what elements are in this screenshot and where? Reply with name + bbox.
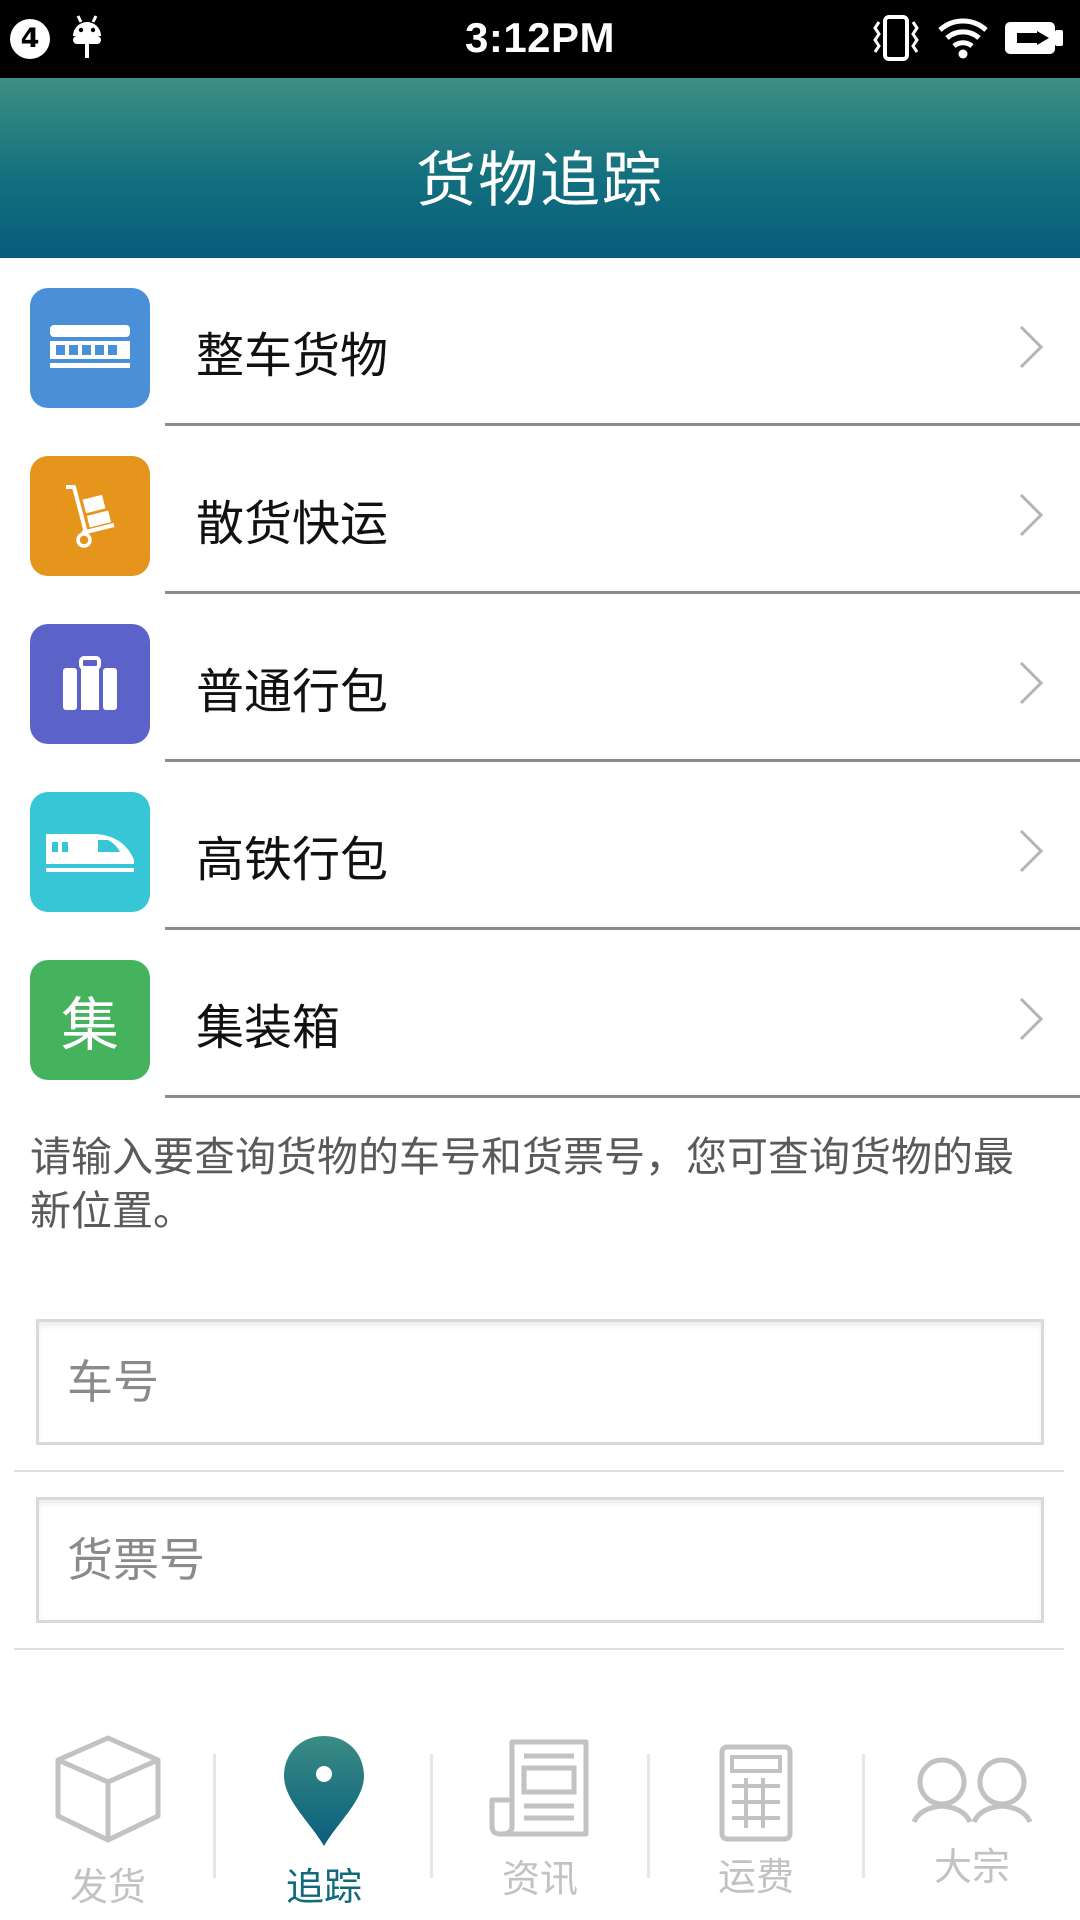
- box-icon: [0, 1734, 216, 1846]
- divider: [165, 1095, 1080, 1098]
- tab-label: 发货: [69, 1865, 146, 1909]
- chevron-right-icon: [1018, 660, 1044, 710]
- menu-item-ordinary-luggage[interactable]: 普通行包: [0, 594, 1080, 762]
- tab-label: 运费: [717, 1855, 794, 1899]
- menu-item-container[interactable]: 集 集装箱: [0, 930, 1080, 1098]
- train-car-icon: [30, 288, 150, 408]
- divider: [14, 1648, 1064, 1650]
- luggage-icon: [30, 624, 150, 744]
- calculator-icon: [648, 1744, 864, 1842]
- tab-freight[interactable]: 运费: [648, 1720, 864, 1920]
- tab-tracking[interactable]: 追踪: [216, 1720, 432, 1920]
- tab-ship[interactable]: 发货: [0, 1720, 216, 1920]
- waybill-number-input[interactable]: [39, 1500, 1041, 1620]
- car-number-field[interactable]: [36, 1319, 1044, 1445]
- menu-item-label: 整车货物: [196, 328, 389, 384]
- container-icon-text: 集: [60, 991, 119, 1059]
- waybill-number-field[interactable]: [36, 1497, 1044, 1623]
- tab-label: 资讯: [501, 1857, 578, 1901]
- vibrate-icon: [870, 14, 922, 66]
- tab-bulk[interactable]: 大宗: [864, 1720, 1080, 1920]
- menu-item-label: 散货快运: [196, 496, 389, 552]
- wifi-icon: [938, 16, 988, 64]
- app-bar: 货物追踪: [0, 78, 1080, 258]
- newspaper-icon: [432, 1738, 648, 1842]
- menu-item-label: 集装箱: [196, 1000, 341, 1056]
- chevron-right-icon: [1018, 996, 1044, 1046]
- tab-news[interactable]: 资讯: [432, 1720, 648, 1920]
- page-title: 货物追踪: [416, 146, 664, 216]
- battery-charging-icon: [1003, 20, 1065, 60]
- chevron-right-icon: [1018, 324, 1044, 374]
- divider: [14, 1470, 1064, 1472]
- query-hint-text: 请输入要查询货物的车号和货票号，您可查询货物的最新位置。: [30, 1133, 1014, 1235]
- menu-item-high-speed-luggage[interactable]: 高铁行包: [0, 762, 1080, 930]
- bottom-tab-bar: 发货 追踪 资讯 运费 大宗: [0, 1720, 1080, 1920]
- tab-label: 大宗: [933, 1845, 1010, 1889]
- chevron-right-icon: [1018, 492, 1044, 542]
- menu-item-bulk-express[interactable]: 散货快运: [0, 426, 1080, 594]
- menu-item-whole-car[interactable]: 整车货物: [0, 258, 1080, 426]
- hand-truck-icon: [30, 456, 150, 576]
- location-pin-icon: [216, 1734, 432, 1848]
- chevron-right-icon: [1018, 828, 1044, 878]
- menu-item-label: 普通行包: [196, 664, 389, 720]
- car-number-input[interactable]: [39, 1322, 1041, 1442]
- cargo-type-list: 整车货物 散货快运 普通行包 高铁行包 集 集装箱: [0, 258, 1080, 1098]
- menu-item-label: 高铁行包: [196, 832, 389, 888]
- high-speed-train-icon: [30, 792, 150, 912]
- tab-label: 追踪: [285, 1865, 362, 1909]
- users-icon: [864, 1756, 1080, 1828]
- container-icon: 集: [30, 960, 150, 1080]
- status-bar: 4 3:12PM: [0, 0, 1080, 78]
